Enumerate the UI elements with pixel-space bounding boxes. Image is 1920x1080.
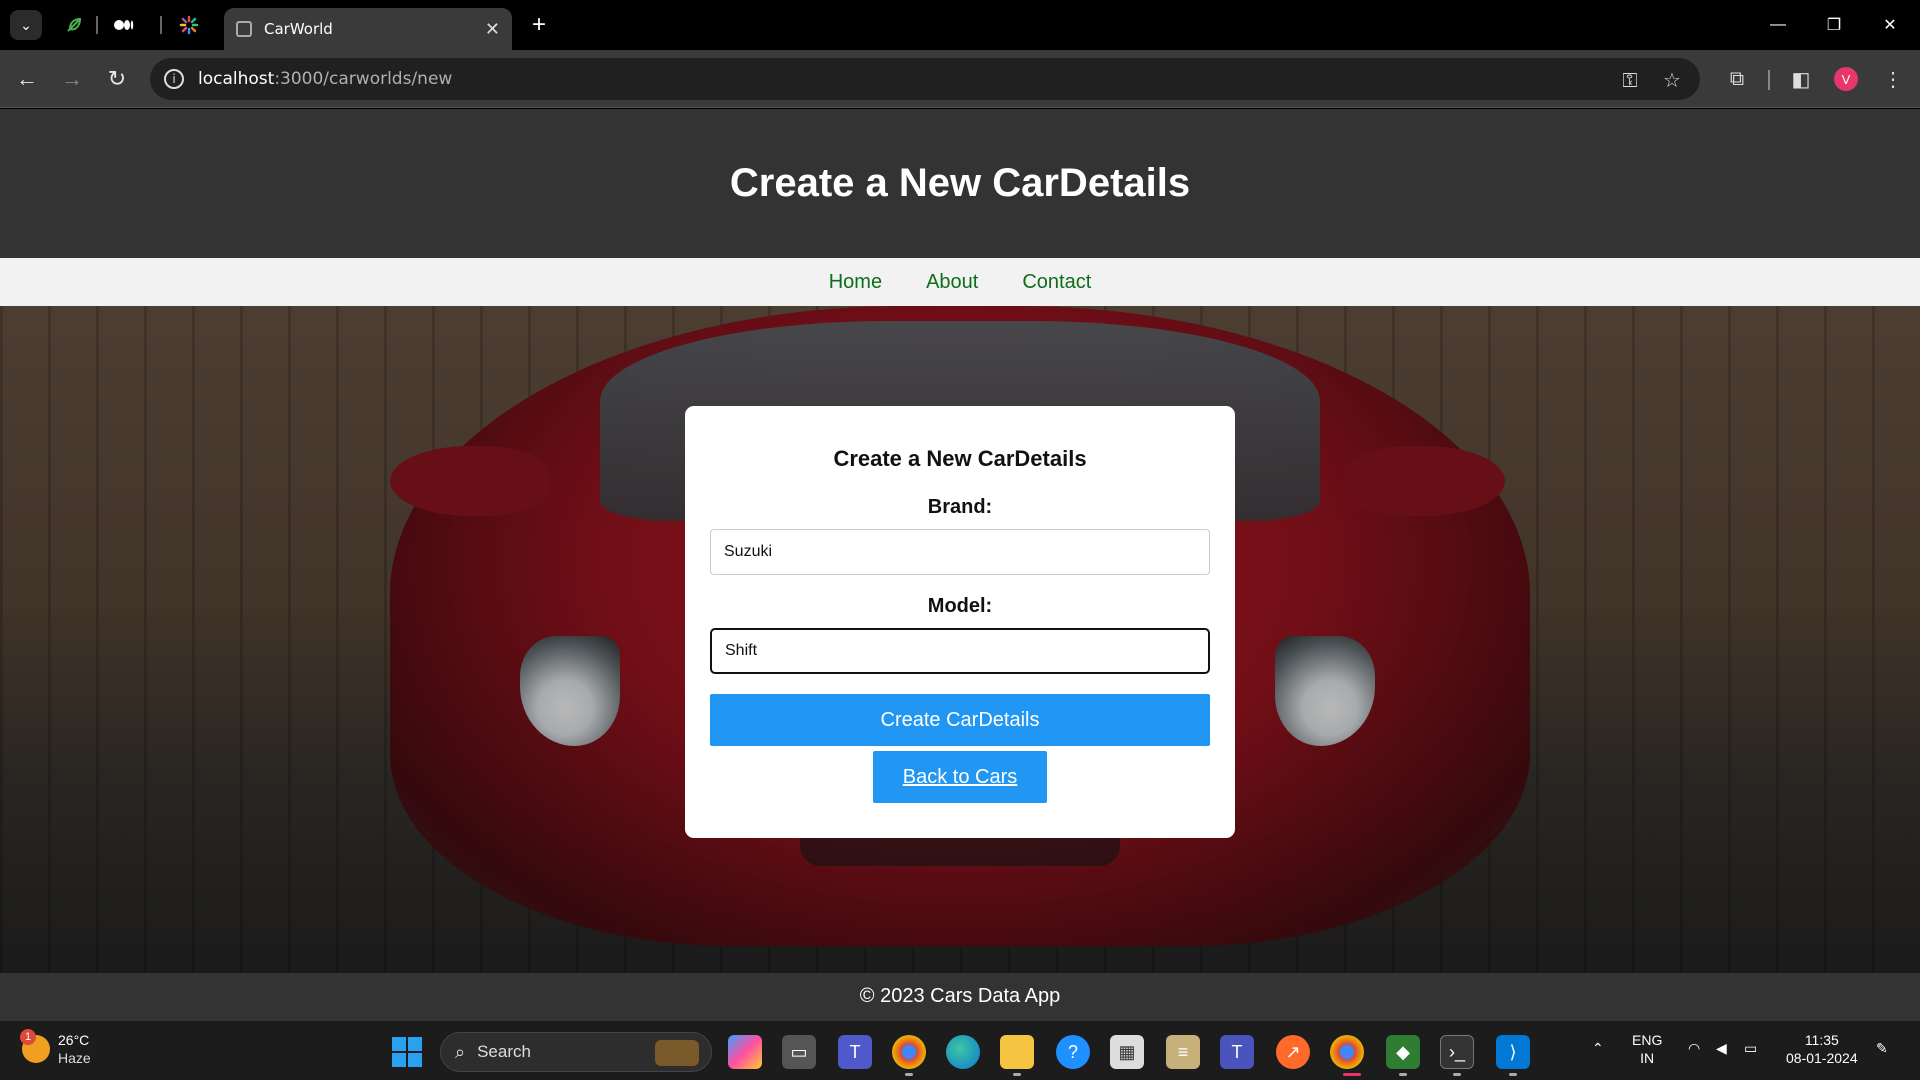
- chrome-profile-s-icon[interactable]: [892, 1035, 926, 1069]
- site-header: Create a New CarDetails: [0, 109, 1920, 258]
- medium-icon: [114, 20, 134, 30]
- forward-arrow-icon[interactable]: →: [55, 62, 89, 96]
- clock-date: 08-01-2024: [1786, 1050, 1858, 1066]
- address-bar[interactable]: i localhost:3000/carworlds/new ⚿ ☆: [150, 58, 1700, 100]
- back-to-cars-button[interactable]: Back to Cars: [873, 751, 1047, 803]
- key-icon[interactable]: ⚿: [1618, 68, 1642, 92]
- teams-icon[interactable]: T: [838, 1035, 872, 1069]
- store-icon[interactable]: ▦: [1110, 1035, 1144, 1069]
- tab-carworld[interactable]: CarWorld ✕: [224, 8, 512, 50]
- toolbar-separator: [1768, 70, 1770, 90]
- teams-work-icon[interactable]: T: [1220, 1035, 1254, 1069]
- tray-chevron-icon[interactable]: ⌃: [1592, 1039, 1604, 1057]
- form-title: Create a New CarDetails: [833, 446, 1087, 471]
- close-window-icon[interactable]: ✕: [1870, 10, 1910, 40]
- notifications-icon[interactable]: ✎: [1876, 1039, 1888, 1057]
- burst-icon: [179, 15, 199, 35]
- create-car-form: Create a New CarDetails Brand: Model: Cr…: [685, 406, 1235, 838]
- weather-temp: 26°C: [58, 1032, 90, 1048]
- running-indicator: [1509, 1073, 1517, 1076]
- weather-widget[interactable]: 1 26°C Haze: [20, 1029, 91, 1067]
- tab-title: CarWorld: [264, 20, 333, 38]
- leaf-icon: [67, 17, 82, 32]
- lang-line-2: IN: [1640, 1050, 1655, 1066]
- browser-tabstrip: ⌄ CarWorld ✕ + — ❐ ✕: [0, 0, 1920, 50]
- terminal-icon[interactable]: ›_: [1440, 1035, 1474, 1069]
- page-title: Create a New CarDetails: [729, 161, 1191, 205]
- lang-line-1: ENG: [1632, 1032, 1663, 1048]
- battery-icon[interactable]: ▭: [1744, 1039, 1757, 1057]
- search-label: Search: [477, 1042, 531, 1061]
- site-info-icon[interactable]: i: [164, 69, 184, 89]
- nav-link-about[interactable]: About: [926, 271, 978, 294]
- site-footer: © 2023 Cars Data App: [0, 973, 1920, 1020]
- wifi-icon[interactable]: ◠: [1688, 1039, 1700, 1057]
- chrome-profile-v-icon[interactable]: [1330, 1035, 1364, 1069]
- running-indicator: [1453, 1073, 1461, 1076]
- pinned-tab-medium[interactable]: [110, 12, 138, 38]
- hero-background-car-image: Create a New CarDetails Brand: Model: Cr…: [0, 306, 1920, 973]
- tab-separator: [160, 16, 162, 34]
- weather-badge: 1: [20, 1029, 36, 1045]
- url-host: localhost: [198, 69, 275, 89]
- clock[interactable]: 11:35 08-01-2024: [1786, 1031, 1858, 1067]
- search-highlight-icon: [655, 1040, 699, 1066]
- back-arrow-icon[interactable]: ←: [10, 62, 44, 96]
- help-icon[interactable]: ?: [1056, 1035, 1090, 1069]
- model-input[interactable]: [710, 628, 1210, 674]
- browser-toolbar: ← → ↻ i localhost:3000/carworlds/new ⚿ ☆…: [0, 50, 1920, 108]
- brand-label: Brand:: [927, 496, 993, 518]
- extensions-icon[interactable]: ⧉: [1722, 64, 1752, 94]
- side-panel-icon[interactable]: ◧: [1786, 64, 1816, 94]
- running-indicator: [1399, 1073, 1407, 1076]
- model-label: Model:: [927, 595, 993, 617]
- url-path: :3000/carworlds/new: [274, 69, 453, 89]
- windows-start-icon[interactable]: [392, 1037, 422, 1067]
- clock-time: 11:35: [1804, 1032, 1839, 1048]
- brand-input[interactable]: [710, 529, 1210, 575]
- pinned-tab-leaf[interactable]: [60, 12, 88, 38]
- tab-search-button[interactable]: ⌄: [10, 10, 42, 40]
- windows-taskbar: 1 26°C Haze ⌕ Search ▭ T ? ▦ ≡ T ↗ ◆ ›_ …: [0, 1020, 1920, 1080]
- haze-sun-icon: 1: [20, 1029, 50, 1063]
- running-indicator: [905, 1073, 913, 1076]
- footer-text: © 2023 Cars Data App: [859, 985, 1061, 1007]
- copilot-icon[interactable]: [728, 1035, 762, 1069]
- git-icon[interactable]: ◆: [1386, 1035, 1420, 1069]
- postman-icon[interactable]: ↗: [1276, 1035, 1310, 1069]
- menu-icon[interactable]: ⋮: [1878, 64, 1908, 94]
- new-tab-button[interactable]: +: [524, 10, 554, 40]
- language-indicator[interactable]: ENG IN: [1632, 1031, 1662, 1067]
- nav-link-contact[interactable]: Contact: [1022, 271, 1091, 294]
- running-indicator: [1013, 1073, 1021, 1076]
- page-icon: [236, 21, 252, 37]
- vscode-icon[interactable]: ⟩: [1496, 1035, 1530, 1069]
- active-indicator: [1343, 1073, 1361, 1076]
- web-page: Create a New CarDetails Home About Conta…: [0, 109, 1920, 1020]
- task-view-icon[interactable]: ▭: [782, 1035, 816, 1069]
- notepad-icon[interactable]: ≡: [1166, 1035, 1200, 1069]
- profile-avatar[interactable]: V: [1834, 67, 1858, 91]
- nav-link-home[interactable]: Home: [829, 271, 882, 294]
- minimize-icon[interactable]: —: [1758, 10, 1798, 40]
- create-cardetails-button[interactable]: Create CarDetails: [710, 694, 1210, 746]
- taskbar-search[interactable]: ⌕ Search: [440, 1032, 712, 1072]
- star-icon[interactable]: ☆: [1660, 68, 1684, 92]
- weather-condition: Haze: [58, 1050, 91, 1066]
- tab-separator: [96, 16, 98, 34]
- volume-icon[interactable]: ◀: [1716, 1039, 1727, 1057]
- pinned-tab-burst[interactable]: [175, 12, 203, 38]
- file-explorer-icon[interactable]: [1000, 1035, 1034, 1069]
- search-icon: ⌕: [455, 1041, 466, 1062]
- restore-icon[interactable]: ❐: [1814, 10, 1854, 40]
- site-nav: Home About Contact: [0, 258, 1920, 306]
- edge-icon[interactable]: [946, 1035, 980, 1069]
- tab-close-icon[interactable]: ✕: [485, 19, 500, 40]
- reload-icon[interactable]: ↻: [100, 62, 134, 96]
